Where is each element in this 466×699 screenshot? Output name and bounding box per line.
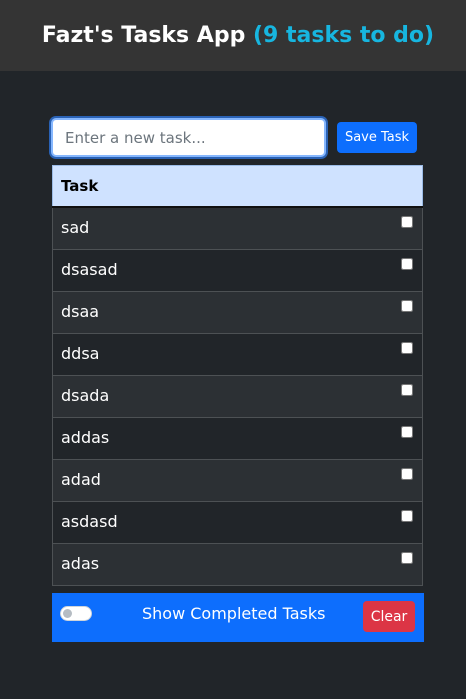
task-cell: ddsa — [52, 332, 423, 376]
task-done-checkbox[interactable] — [401, 215, 413, 228]
task-label: dsada — [61, 385, 110, 405]
task-label: adad — [61, 469, 101, 489]
task-done-checkbox[interactable] — [401, 341, 413, 354]
task-label: addas — [61, 427, 110, 447]
task-row: dsaa — [52, 290, 423, 334]
task-cell: addas — [52, 416, 423, 460]
task-cell: adas — [52, 542, 423, 586]
task-cell: adad — [52, 458, 423, 502]
new-task-input[interactable] — [51, 118, 326, 157]
task-row: sad — [52, 206, 423, 250]
show-completed-toggle[interactable] — [60, 606, 92, 621]
task-done-checkbox[interactable] — [401, 257, 413, 270]
task-done-checkbox[interactable] — [401, 299, 413, 312]
task-cell: asdasd — [52, 500, 423, 544]
task-cell: dsasad — [52, 248, 423, 292]
task-table-header-row: Task — [52, 165, 423, 208]
task-cell: sad — [52, 206, 423, 250]
task-row: dsada — [52, 374, 423, 418]
task-row: addas — [52, 416, 423, 460]
task-label: sad — [61, 217, 90, 237]
task-done-checkbox[interactable] — [401, 425, 413, 438]
task-list: sad dsasad dsaa ddsa dsada addas adad asdasd ada… — [52, 206, 423, 586]
show-completed-label: Show Completed Tasks — [142, 604, 326, 623]
app-title-text: Fazt's Tasks App — [41, 23, 246, 48]
task-row: asdasd — [52, 500, 423, 544]
task-cell: dsaa — [52, 290, 423, 334]
task-row: ddsa — [52, 332, 423, 376]
task-done-checkbox[interactable] — [401, 551, 413, 564]
task-label: adas — [61, 553, 100, 573]
task-label: asdasd — [61, 511, 118, 531]
task-count: (9 tasks to do) — [253, 23, 435, 48]
app-title: Fazt's Tasks App (9 tasks to do) — [42, 23, 434, 48]
task-label: dsaa — [61, 301, 100, 321]
task-label: ddsa — [61, 343, 100, 363]
task-row: dsasad — [52, 248, 423, 292]
app-navbar: Fazt's Tasks App (9 tasks to do) — [0, 0, 466, 71]
toggle-knob — [63, 609, 72, 618]
footer-bar: Show Completed Tasks Clear — [52, 593, 424, 642]
task-row: adad — [52, 458, 423, 502]
task-done-checkbox[interactable] — [401, 509, 413, 522]
task-row: adas — [52, 542, 423, 586]
save-task-button[interactable]: Save Task — [337, 122, 417, 153]
task-done-checkbox[interactable] — [401, 383, 413, 396]
task-cell: dsada — [52, 374, 423, 418]
task-done-checkbox[interactable] — [401, 467, 413, 480]
task-column-header: Task — [52, 165, 423, 208]
clear-button[interactable]: Clear — [363, 601, 415, 632]
task-table: Task sad dsasad dsaa ddsa dsada addas adad asda… — [52, 165, 423, 586]
task-label: dsasad — [61, 259, 118, 279]
